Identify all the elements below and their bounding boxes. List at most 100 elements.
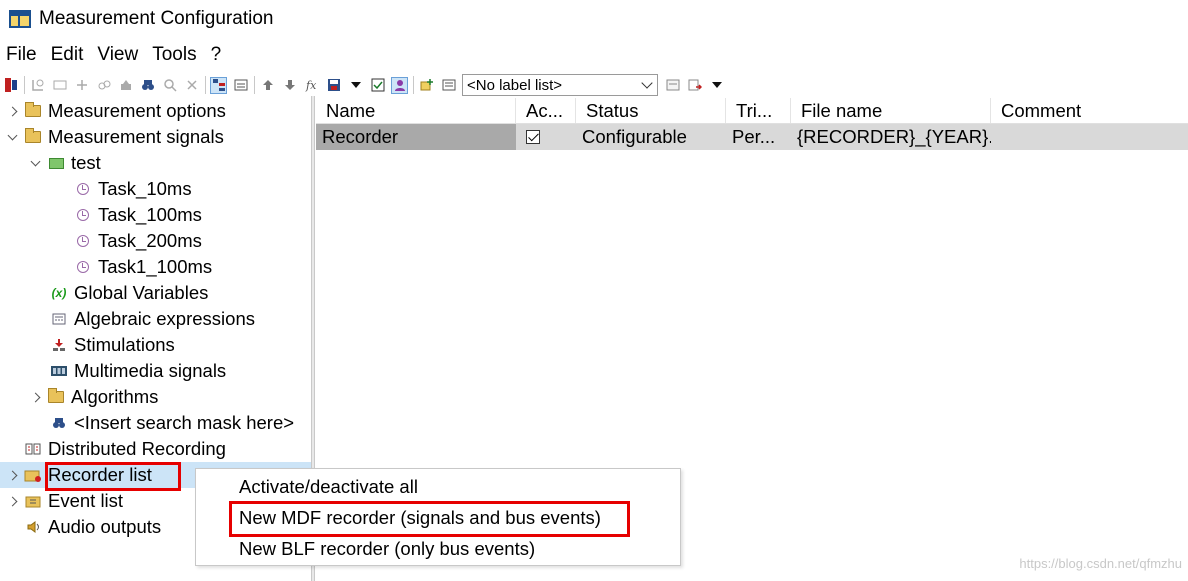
table-header: Name Ac... Status Tri... File name Comme… bbox=[316, 98, 1188, 124]
menu-item-activate-deactivate-all[interactable]: Activate/deactivate all bbox=[239, 474, 418, 500]
column-name[interactable]: Name bbox=[316, 98, 516, 123]
tree-node-task-10ms[interactable]: Task_10ms bbox=[74, 176, 192, 202]
label-add-icon[interactable] bbox=[418, 77, 435, 94]
toolbar-separator bbox=[24, 76, 25, 94]
film-icon bbox=[50, 363, 68, 379]
toolbar: fx <No label list> bbox=[0, 73, 1188, 97]
add-signal-icon[interactable] bbox=[73, 77, 90, 94]
title-bar: Measurement Configuration bbox=[0, 0, 1188, 38]
tree-node-task1-100ms[interactable]: Task1_100ms bbox=[74, 254, 212, 280]
watermark: https://blog.csdn.net/qfmzhu bbox=[1019, 556, 1182, 571]
tree-node-task-200ms[interactable]: Task_200ms bbox=[74, 228, 202, 254]
folder-icon bbox=[47, 388, 65, 405]
clock-icon bbox=[74, 181, 92, 197]
tree-node-task-100ms[interactable]: Task_100ms bbox=[74, 202, 202, 228]
tree-node-test[interactable]: test bbox=[29, 150, 101, 176]
record-icon[interactable] bbox=[2, 77, 19, 94]
dropdown-arrow-icon[interactable] bbox=[708, 77, 725, 94]
checkbox-icon[interactable] bbox=[369, 77, 386, 94]
menu-help[interactable]: ? bbox=[211, 44, 222, 66]
tree-node-algebraic-expressions[interactable]: Algebraic expressions bbox=[50, 306, 255, 332]
cell-trigger: Per... bbox=[732, 126, 776, 147]
add-group-icon[interactable] bbox=[51, 77, 68, 94]
tree-node-search-mask[interactable]: <Insert search mask here> bbox=[50, 410, 294, 436]
tree-node-audio-outputs[interactable]: Audio outputs bbox=[24, 514, 161, 540]
menu-item-new-blf-recorder[interactable]: New BLF recorder (only bus events) bbox=[239, 536, 535, 562]
list-view-icon[interactable] bbox=[232, 77, 249, 94]
menu-file[interactable]: File bbox=[6, 44, 37, 66]
link-icon[interactable] bbox=[95, 77, 112, 94]
toolbar-separator bbox=[413, 76, 414, 94]
cell-file-name: {RECORDER}_{YEAR}... bbox=[797, 126, 991, 147]
user-icon[interactable] bbox=[391, 76, 408, 94]
expand-icon[interactable] bbox=[29, 392, 41, 402]
arrow-down-icon[interactable] bbox=[281, 77, 298, 94]
recorder-table: Name Ac... Status Tri... File name Comme… bbox=[316, 98, 1188, 150]
delete-icon[interactable] bbox=[183, 77, 200, 94]
save-icon[interactable] bbox=[325, 77, 342, 94]
event-folder-icon bbox=[24, 493, 42, 509]
active-checkbox[interactable] bbox=[526, 130, 540, 144]
tree-node-algorithms[interactable]: Algorithms bbox=[29, 384, 158, 410]
import-icon[interactable] bbox=[686, 77, 703, 94]
expand-icon[interactable] bbox=[6, 496, 18, 506]
app-window-icon bbox=[9, 10, 31, 28]
column-status[interactable]: Status bbox=[576, 98, 726, 123]
arrow-up-icon[interactable] bbox=[259, 77, 276, 94]
menu-view[interactable]: View bbox=[97, 44, 138, 66]
menu-edit[interactable]: Edit bbox=[51, 44, 84, 66]
window-title: Measurement Configuration bbox=[39, 8, 274, 29]
function-icon[interactable]: fx bbox=[303, 77, 320, 94]
column-active[interactable]: Ac... bbox=[516, 98, 576, 123]
label-list-value: <No label list> bbox=[467, 76, 563, 94]
config-icon[interactable] bbox=[117, 77, 134, 94]
expand-icon[interactable] bbox=[6, 470, 18, 480]
variable-icon: (x) bbox=[51, 286, 67, 300]
export-icon[interactable] bbox=[664, 77, 681, 94]
expand-icon[interactable] bbox=[6, 106, 18, 116]
toolbar-separator bbox=[205, 76, 206, 94]
device-icon bbox=[47, 155, 65, 171]
binoculars-icon[interactable] bbox=[139, 77, 156, 94]
svg-text:fx: fx bbox=[305, 79, 317, 92]
toolbar-separator bbox=[254, 76, 255, 94]
dropdown-arrow-icon[interactable] bbox=[347, 77, 364, 94]
menu-tools[interactable]: Tools bbox=[152, 44, 196, 66]
tree-node-measurement-signals[interactable]: Measurement signals bbox=[6, 124, 224, 150]
clock-icon bbox=[74, 259, 92, 275]
tree-node-stimulations[interactable]: Stimulations bbox=[50, 332, 175, 358]
column-trigger[interactable]: Tri... bbox=[726, 98, 791, 123]
stimulation-icon bbox=[50, 337, 68, 353]
insert-icon[interactable] bbox=[29, 77, 46, 94]
speaker-icon bbox=[24, 519, 42, 535]
tree-node-event-list[interactable]: Event list bbox=[6, 488, 123, 514]
menu-bar: File Edit View Tools ? bbox=[0, 42, 235, 68]
folder-icon bbox=[24, 128, 42, 145]
cell-name[interactable]: Recorder bbox=[316, 124, 516, 150]
chevron-down-icon bbox=[641, 77, 653, 89]
column-comment[interactable]: Comment bbox=[991, 98, 1188, 123]
cell-comment bbox=[991, 124, 1188, 150]
clock-icon bbox=[74, 207, 92, 223]
label-list-select[interactable]: <No label list> bbox=[462, 74, 658, 96]
cell-status: Configurable bbox=[582, 126, 687, 147]
tree-node-multimedia-signals[interactable]: Multimedia signals bbox=[50, 358, 226, 384]
collapse-icon[interactable] bbox=[6, 130, 18, 140]
recorder-folder-icon bbox=[24, 467, 42, 483]
tree-view-icon[interactable] bbox=[210, 76, 227, 94]
calculator-icon bbox=[50, 311, 68, 327]
search-icon[interactable] bbox=[161, 77, 178, 94]
cell-active[interactable] bbox=[516, 124, 576, 150]
tree-node-global-variables[interactable]: (x) Global Variables bbox=[50, 280, 209, 306]
distributed-recording-icon bbox=[24, 441, 42, 457]
collapse-icon[interactable] bbox=[29, 156, 41, 166]
folder-icon bbox=[24, 102, 42, 119]
highlight-new-mdf-recorder bbox=[229, 501, 630, 537]
tree-node-distributed-recording[interactable]: Distributed Recording bbox=[6, 436, 226, 462]
label-list-icon[interactable] bbox=[440, 77, 457, 94]
table-row[interactable]: Recorder Configurable Per... {RECORDER}_… bbox=[316, 124, 1188, 150]
column-file-name[interactable]: File name bbox=[791, 98, 991, 123]
tree-node-measurement-options[interactable]: Measurement options bbox=[6, 98, 226, 124]
binoculars-icon bbox=[50, 415, 68, 431]
highlight-recorder-list bbox=[45, 462, 181, 491]
